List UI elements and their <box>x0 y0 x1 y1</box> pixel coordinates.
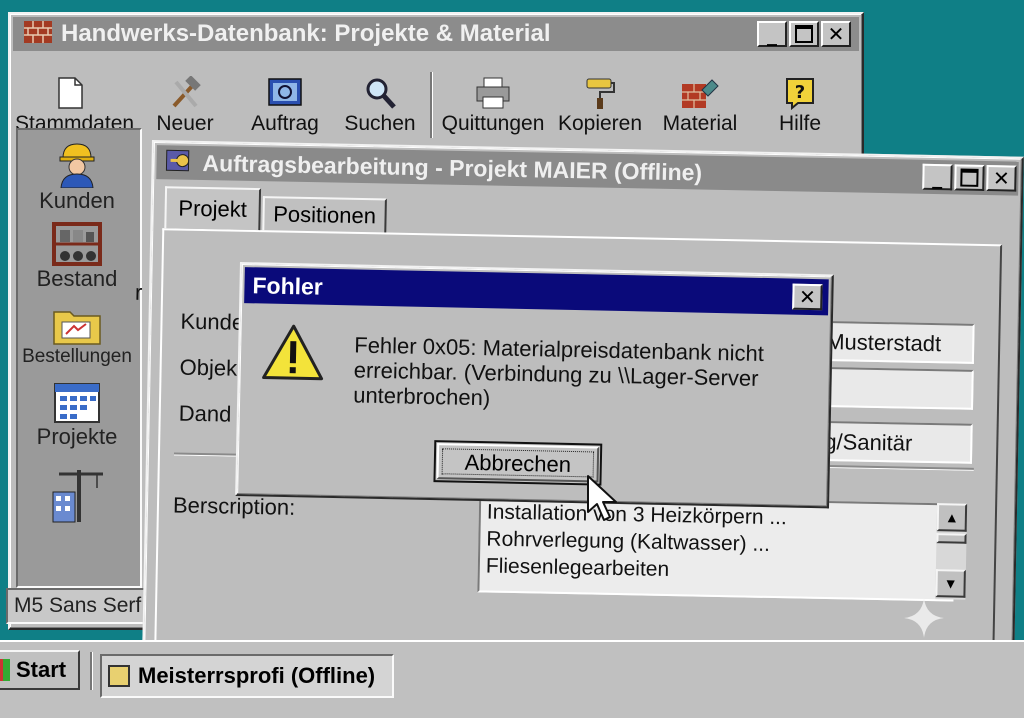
minimize-icon: _ <box>767 22 777 46</box>
tools-icon <box>168 76 202 110</box>
document-icon <box>55 76 85 110</box>
toolbar-auftrag-button[interactable]: Auftrag <box>230 76 340 136</box>
trade-field[interactable]: g/Sanitär <box>812 421 973 464</box>
close-icon: ✕ <box>828 22 845 46</box>
arrow-down-icon: ▼ <box>944 575 958 591</box>
scroll-up-button[interactable]: ▲ <box>937 503 968 532</box>
shelf-icon <box>51 222 103 266</box>
scroll-thumb[interactable] <box>936 533 966 544</box>
windows-logo-icon <box>0 659 10 681</box>
picture-icon <box>267 76 303 110</box>
sidebar-item-kunden[interactable]: Kunden <box>18 140 136 214</box>
order-maximize-button[interactable] <box>954 164 984 191</box>
crane-icon <box>49 466 105 524</box>
sidebar-label: Bestand <box>37 266 118 291</box>
tab-positionen[interactable]: Positionen <box>262 196 387 232</box>
dialog-title: Fohler <box>252 272 323 300</box>
toolbar-label: Auftrag <box>251 112 319 135</box>
sidebar-item-bestellungen[interactable]: Bestellungen <box>18 304 136 368</box>
order-titlebar[interactable]: Auftragsbearbeitung - Projekt MAIER (Off… <box>156 145 1018 196</box>
tab-label: Positionen <box>273 201 376 228</box>
tab-label: Projekt <box>178 196 247 222</box>
arrow-up-icon: ▲ <box>945 509 959 525</box>
toolbar-kopieren-button[interactable]: Kopieren <box>545 76 655 136</box>
object-field[interactable] <box>813 367 974 410</box>
maximize-button[interactable] <box>789 21 819 47</box>
task-meisterprofi[interactable]: Meisterrsprofi (Offline) <box>100 654 394 698</box>
font-name-text: M5 Sans Serf <box>14 594 141 617</box>
abbrechen-button[interactable]: Abbrechen <box>433 440 602 486</box>
help-icon: ? <box>784 76 816 110</box>
description-textarea[interactable]: Installation von 3 Heizkörpern ... Rohrv… <box>477 494 955 601</box>
toolbar-label: Kopieren <box>558 112 642 135</box>
trade-label: Dand <box>179 401 232 428</box>
toolbar-label: Suchen <box>344 112 415 135</box>
sidebar: Kunden Bestand Bestellungen <box>16 128 142 588</box>
toolbar-stammdaten-button[interactable]: Stammdaten <box>15 76 125 136</box>
sparkle-icon <box>904 598 944 638</box>
toolbar-quittungen-button[interactable]: Quittungen <box>438 76 548 136</box>
dialog-message: Fehler 0x05: Materialpreisdatenbank nich… <box>353 332 764 416</box>
minimize-icon: _ <box>932 165 942 189</box>
sidebar-item-bestand[interactable]: Bestand <box>18 222 136 292</box>
close-icon: ✕ <box>799 285 816 309</box>
bricks-icon <box>680 76 720 110</box>
toolbar-neuer-button[interactable]: Neuer <box>130 76 240 136</box>
calendar-icon <box>53 382 101 424</box>
toolbar-suchen-button[interactable]: Suchen <box>325 76 435 136</box>
tab-projekt[interactable]: Projekt <box>164 186 261 230</box>
toolbar-label: Material <box>663 112 738 135</box>
font-status-field: M5 Sans Serf <box>6 588 148 624</box>
start-label: Start <box>16 657 66 683</box>
order-close-button[interactable]: ✕ <box>986 165 1016 192</box>
customer-label: Kunde <box>180 309 244 336</box>
sidebar-label: Kunden <box>39 188 115 213</box>
close-button[interactable]: ✕ <box>821 21 851 47</box>
sidebar-item-crane[interactable] <box>18 466 136 524</box>
maximize-icon <box>960 169 978 187</box>
sidebar-label: Projekte <box>37 424 118 449</box>
description-scrollbar[interactable]: ▲ ▼ <box>935 503 967 600</box>
main-titlebar[interactable]: Handwerks-Datenbank: Projekte & Material… <box>13 17 859 51</box>
magnifier-icon <box>363 76 397 110</box>
abbrechen-label: Abbrechen <box>464 450 571 477</box>
error-dialog: Fohler ✕ Fehler 0x05: Materialpreisdaten… <box>235 262 834 508</box>
start-button[interactable]: Start <box>0 650 80 690</box>
object-label: Objek <box>179 355 237 382</box>
maximize-icon <box>795 25 813 43</box>
close-icon: ✕ <box>993 166 1010 190</box>
folder-icon <box>52 304 102 346</box>
mouse-cursor-icon <box>586 474 620 529</box>
order-minimize-button[interactable]: _ <box>922 164 952 191</box>
toolbar-material-button[interactable]: Material <box>645 76 755 136</box>
dialog-titlebar[interactable]: Fohler ✕ <box>244 267 829 315</box>
key-icon <box>164 146 195 180</box>
toolbar-label: Quittungen <box>442 112 545 135</box>
toolbar-separator <box>430 72 433 138</box>
warning-icon <box>261 322 324 386</box>
main-window-title: Handwerks-Datenbank: Projekte & Material <box>61 20 550 48</box>
toolbar-label: Hilfe <box>779 112 821 135</box>
trade-value: g/Sanitär <box>824 429 913 456</box>
svg-text:?: ? <box>795 82 805 103</box>
dialog-close-button[interactable]: ✕ <box>792 284 823 311</box>
taskbar-divider <box>90 652 93 690</box>
stray-char: r <box>135 280 143 306</box>
taskbar: Start Meisterrsprofi (Offline) <box>0 640 1024 718</box>
order-window-title: Auftragsbearbeitung - Projekt MAIER (Off… <box>202 149 702 186</box>
worker-icon <box>54 140 100 188</box>
toolbar-hilfe-button[interactable]: ? Hilfe <box>745 76 855 136</box>
app-task-icon <box>108 665 130 687</box>
scroll-down-button[interactable]: ▼ <box>935 569 966 598</box>
sidebar-label: Bestellungen <box>22 346 132 367</box>
customer-value: Musterstadt <box>826 329 941 356</box>
task-label: Meisterrsprofi (Offline) <box>138 663 375 689</box>
paint-roller-icon <box>583 76 617 110</box>
minimize-button[interactable]: _ <box>757 21 787 47</box>
printer-icon <box>475 76 511 110</box>
sidebar-item-projekte[interactable]: Projekte <box>18 382 136 450</box>
customer-field[interactable]: Musterstadt <box>814 321 975 364</box>
toolbar-label: Neuer <box>156 112 213 135</box>
app-logo-icon <box>23 19 53 50</box>
